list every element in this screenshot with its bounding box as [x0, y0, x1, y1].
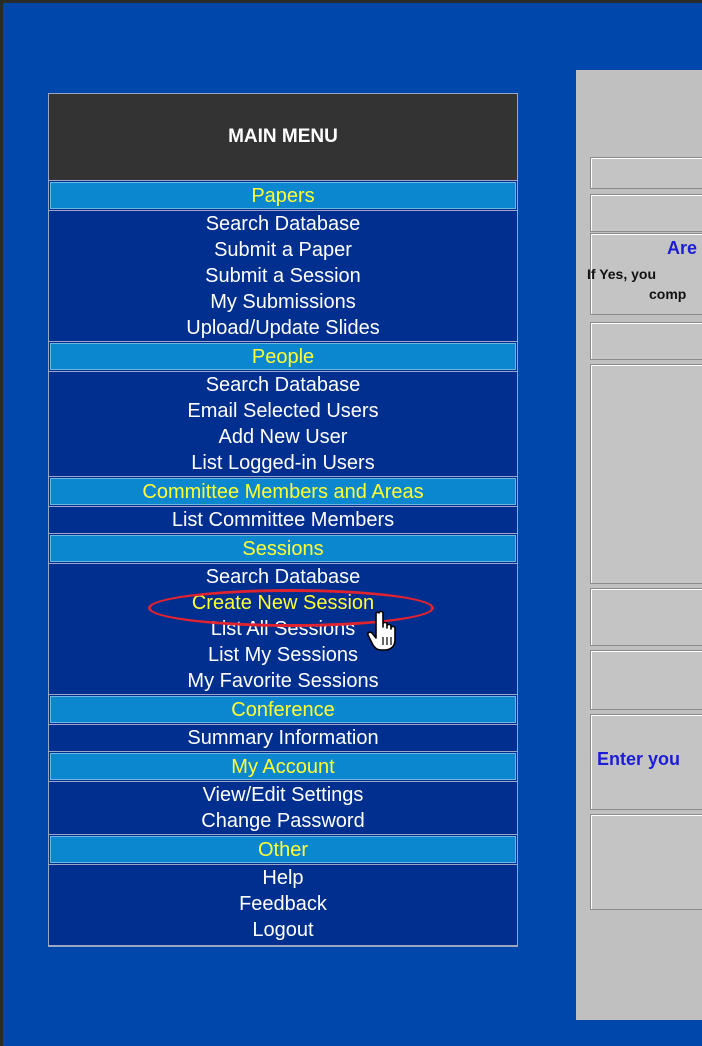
section-heading-papers: Papers	[50, 182, 516, 209]
menu-item-submit-paper[interactable]: Submit a Paper	[49, 237, 517, 263]
form-row-2[interactable]	[590, 194, 702, 232]
section-heading-other: Other	[50, 836, 516, 863]
section-account-items: View/Edit Settings Change Password	[49, 781, 517, 835]
content-panel: Are If Yes, you comp Enter you	[576, 70, 702, 1020]
form-row-3[interactable]	[590, 322, 702, 360]
menu-item-help[interactable]: Help	[49, 865, 517, 891]
menu-title: MAIN MENU	[49, 94, 517, 181]
form-row-question: Are If Yes, you comp	[587, 233, 702, 315]
section-sessions-items: Search Database Create New Session List …	[49, 563, 517, 695]
form-row-5[interactable]	[590, 650, 702, 710]
note-line-2: comp	[649, 286, 687, 302]
section-people-items: Search Database Email Selected Users Add…	[49, 371, 517, 477]
menu-item-list-committee[interactable]: List Committee Members	[49, 507, 517, 533]
menu-item-list-all-sessions[interactable]: List All Sessions	[49, 616, 517, 642]
menu-item-summary[interactable]: Summary Information	[49, 725, 517, 751]
menu-item-upload-slides[interactable]: Upload/Update Slides	[49, 315, 517, 341]
form-row-enter: Enter you	[590, 714, 702, 810]
section-papers-items: Search Database Submit a Paper Submit a …	[49, 210, 517, 342]
form-row-4[interactable]	[590, 588, 702, 646]
menu-item-search-sessions[interactable]: Search Database	[49, 564, 517, 590]
section-heading-account: My Account	[50, 753, 516, 780]
section-committee-items: List Committee Members	[49, 506, 517, 534]
menu-item-add-user[interactable]: Add New User	[49, 424, 517, 450]
menu-item-change-password[interactable]: Change Password	[49, 808, 517, 834]
form-row-large[interactable]	[590, 364, 702, 584]
menu-item-my-submissions[interactable]: My Submissions	[49, 289, 517, 315]
menu-item-create-session[interactable]: Create New Session	[49, 590, 517, 616]
menu-item-search-papers[interactable]: Search Database	[49, 211, 517, 237]
section-heading-committee: Committee Members and Areas	[50, 478, 516, 505]
section-heading-conference: Conference	[50, 696, 516, 723]
note-line-1: If Yes, you	[587, 266, 656, 282]
hand-pointer-icon	[367, 610, 396, 651]
form-row-1[interactable]	[590, 157, 702, 189]
form-row-6[interactable]	[590, 814, 702, 910]
enter-text: Enter you	[597, 749, 681, 769]
menu-item-favorite-sessions[interactable]: My Favorite Sessions	[49, 668, 517, 694]
section-conference-items: Summary Information	[49, 724, 517, 752]
menu-item-list-my-sessions[interactable]: List My Sessions	[49, 642, 517, 668]
menu-item-email-users[interactable]: Email Selected Users	[49, 398, 517, 424]
menu-item-edit-settings[interactable]: View/Edit Settings	[49, 782, 517, 808]
main-menu: MAIN MENU Papers Search Database Submit …	[48, 93, 518, 947]
question-text: Are	[667, 238, 698, 258]
menu-item-logout[interactable]: Logout	[49, 917, 517, 943]
menu-item-feedback[interactable]: Feedback	[49, 891, 517, 917]
menu-item-list-logged-in[interactable]: List Logged-in Users	[49, 450, 517, 476]
menu-item-search-people[interactable]: Search Database	[49, 372, 517, 398]
section-heading-sessions: Sessions	[50, 535, 516, 562]
menu-item-submit-session[interactable]: Submit a Session	[49, 263, 517, 289]
section-heading-people: People	[50, 343, 516, 370]
section-other-items: Help Feedback Logout	[49, 864, 517, 946]
